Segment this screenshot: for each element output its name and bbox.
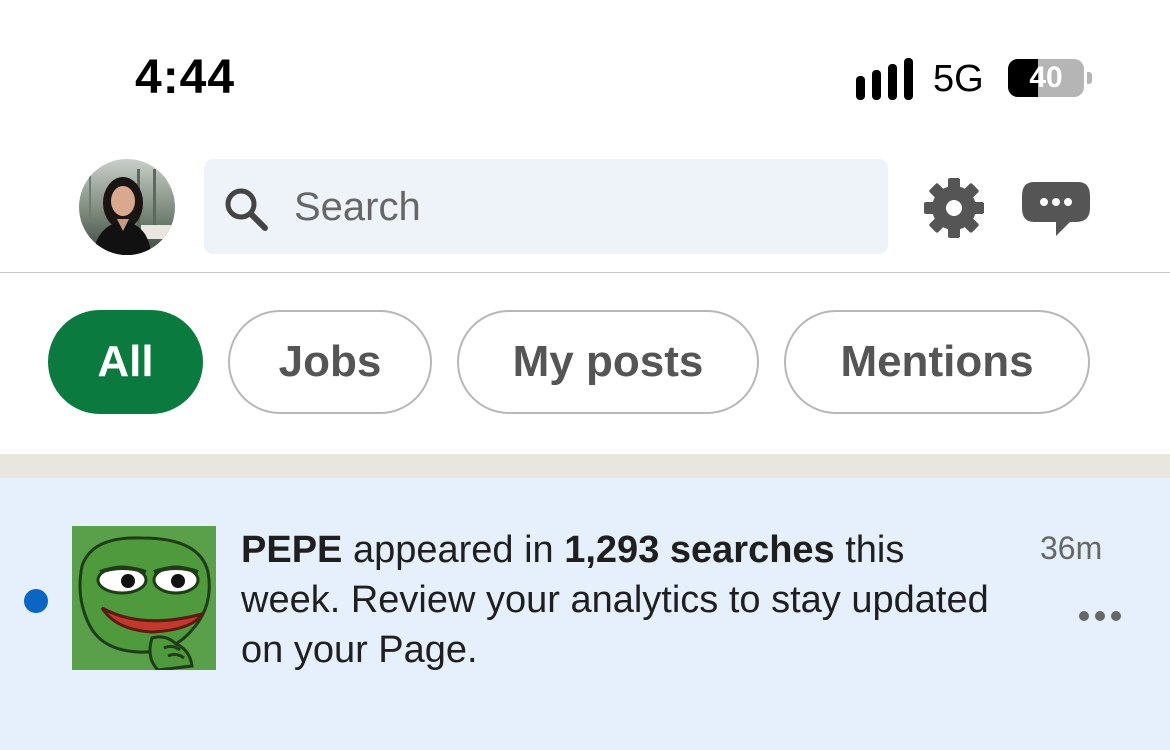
page-name: PEPE	[241, 529, 343, 571]
search-count: 1,293 searches	[564, 529, 835, 571]
filter-my-posts[interactable]: My posts	[457, 310, 759, 414]
message-icon	[1022, 182, 1090, 236]
messaging-button[interactable]	[1020, 178, 1092, 240]
gear-icon	[924, 178, 984, 238]
profile-avatar[interactable]	[79, 159, 175, 255]
filter-all[interactable]: All	[48, 310, 203, 414]
notification-text-part-1: appeared in	[342, 529, 565, 571]
notification-text: PEPE appeared in 1,293 searches this wee…	[241, 525, 1011, 675]
battery-icon: 40	[1008, 59, 1092, 97]
more-horizontal-icon	[1079, 611, 1089, 621]
filter-jobs[interactable]: Jobs	[228, 310, 432, 414]
search-bar[interactable]	[204, 159, 888, 254]
cellular-signal-icon	[856, 58, 914, 100]
status-bar: 4:44 5G 40	[0, 0, 1170, 140]
section-separator	[0, 454, 1170, 478]
notification-time: 36m	[1040, 530, 1103, 566]
more-options-button[interactable]	[1075, 606, 1123, 626]
status-time: 4:44	[135, 51, 236, 104]
pepe-frog-image	[72, 526, 216, 670]
search-input[interactable]	[294, 177, 854, 237]
battery-level: 40	[1029, 61, 1063, 94]
filter-mentions[interactable]: Mentions	[784, 310, 1090, 414]
notification-item[interactable]: PEPE appeared in 1,293 searches this wee…	[0, 478, 1170, 750]
network-type: 5G	[933, 58, 984, 100]
search-icon	[225, 188, 268, 231]
header-divider	[0, 272, 1170, 273]
page-logo[interactable]	[72, 526, 216, 670]
unread-indicator	[24, 589, 48, 613]
avatar-photo	[79, 159, 175, 255]
settings-button[interactable]	[922, 176, 986, 240]
